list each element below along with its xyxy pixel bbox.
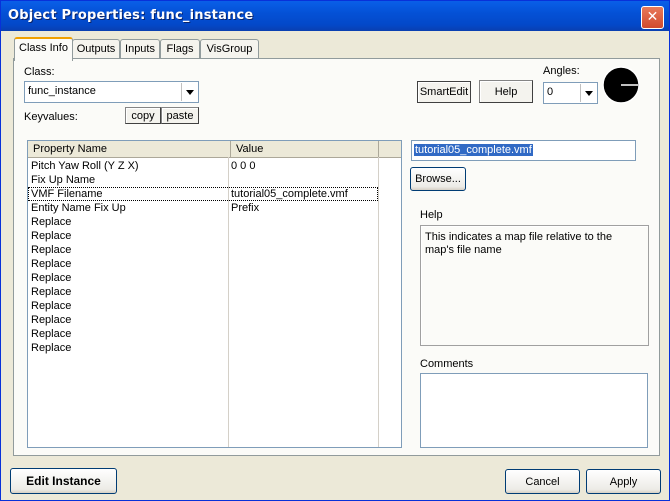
angles-value: 0 [547, 86, 554, 98]
copy-button[interactable]: copy [125, 107, 161, 124]
class-value: func_instance [28, 85, 96, 97]
tab-flags[interactable]: Flags [160, 39, 200, 59]
tab-outputs[interactable]: Outputs [72, 39, 120, 59]
table-row-selected[interactable]: VMF Filename tutorial05_complete.vmf [28, 187, 378, 201]
angles-label: Angles: [543, 65, 580, 77]
keyvalues-grid[interactable]: Property Name Value Pitch Yaw Roll (Y Z … [27, 140, 402, 448]
smartedit-button[interactable]: SmartEdit [417, 81, 471, 103]
window-title: Object Properties: func_instance [8, 8, 254, 23]
comments-textarea[interactable] [420, 373, 648, 448]
help-text: This indicates a map file relative to th… [425, 231, 613, 256]
close-button[interactable]: ✕ [641, 6, 664, 29]
column-header-filler [379, 141, 401, 157]
table-row[interactable]: Replace [28, 243, 378, 257]
chevron-down-icon[interactable] [181, 83, 197, 101]
column-header-property[interactable]: Property Name [28, 141, 231, 157]
comments-label: Comments [420, 358, 474, 370]
edit-instance-button[interactable]: Edit Instance [10, 468, 117, 494]
apply-button[interactable]: Apply [586, 469, 661, 494]
value-input[interactable]: tutorial05_complete.vmf [411, 140, 636, 161]
browse-button[interactable]: Browse... [410, 167, 466, 191]
table-row[interactable]: Entity Name Fix Up Prefix [28, 201, 378, 215]
help-button[interactable]: Help [479, 80, 533, 103]
angle-dial-icon[interactable] [601, 65, 641, 105]
cancel-button[interactable]: Cancel [505, 469, 580, 494]
table-row[interactable]: Pitch Yaw Roll (Y Z X) 0 0 0 [28, 159, 378, 173]
class-label: Class: [24, 66, 55, 78]
paste-button[interactable]: paste [161, 107, 199, 124]
grid-header: Property Name Value [28, 141, 401, 158]
help-label: Help [420, 209, 443, 221]
table-row[interactable]: Replace [28, 257, 378, 271]
table-row[interactable]: Replace [28, 229, 378, 243]
table-row[interactable]: Fix Up Name [28, 173, 378, 187]
table-row[interactable]: Replace [28, 285, 378, 299]
table-row[interactable]: Replace [28, 215, 378, 229]
help-box: This indicates a map file relative to th… [420, 225, 649, 346]
table-row[interactable]: Replace [28, 313, 378, 327]
angles-combo[interactable]: 0 [543, 82, 598, 104]
tab-class-info[interactable]: Class Info [14, 37, 73, 61]
table-row[interactable]: Replace [28, 327, 378, 341]
object-properties-window: Object Properties: func_instance ✕ Class… [0, 0, 670, 501]
chevron-down-icon[interactable] [580, 84, 596, 102]
column-header-value[interactable]: Value [231, 141, 379, 157]
tab-inputs[interactable]: Inputs [120, 39, 160, 59]
keyvalues-label: Keyvalues: [24, 111, 78, 123]
value-input-text: tutorial05_complete.vmf [414, 144, 533, 156]
table-row[interactable]: Replace [28, 271, 378, 285]
class-combo[interactable]: func_instance [24, 81, 199, 103]
title-bar[interactable]: Object Properties: func_instance ✕ [1, 1, 669, 31]
table-row[interactable]: Replace [28, 341, 378, 355]
table-row[interactable]: Replace [28, 299, 378, 313]
tab-visgroup[interactable]: VisGroup [200, 39, 259, 59]
